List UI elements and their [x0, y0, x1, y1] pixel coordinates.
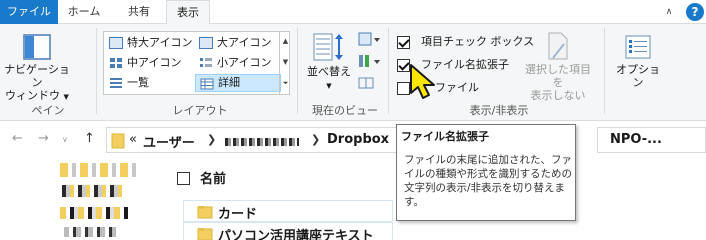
redacted-nav-item — [64, 227, 116, 237]
item-checkboxes-label: 項目チェック ボックス — [421, 35, 535, 48]
layout-item-label: 小アイコン — [217, 56, 272, 69]
group-by-button[interactable] — [358, 32, 382, 52]
group-by-icon — [358, 32, 380, 46]
options-label: オプション — [616, 63, 660, 89]
gallery-scroll-down-icon[interactable]: ▼ — [280, 52, 291, 73]
layout-item-label: 大アイコン — [217, 36, 272, 49]
file-pane: 名前 カード パソコン活用講座テキスト — [0, 157, 706, 240]
sort-by-label: 並べ替え — [307, 65, 351, 78]
layout-item-details[interactable]: 詳細 — [195, 74, 281, 92]
hide-selected-items-button[interactable]: 選択した項目を 表示しない — [524, 32, 592, 102]
file-row[interactable]: カード — [183, 200, 393, 222]
group-label-pane: ペイン — [31, 104, 65, 117]
list-icon — [110, 78, 122, 88]
column-header-name[interactable]: 名前 — [200, 168, 226, 187]
group-label-layout: レイアウト — [172, 104, 228, 117]
tooltip-file-extensions: ファイル名拡張子 ファイルの末尾に追加された、ファイルの種類や形式を識別するため… — [396, 124, 576, 221]
redacted-nav-item — [62, 185, 122, 197]
redacted-username — [225, 138, 299, 146]
up-arrow-icon[interactable]: ↑ — [84, 131, 95, 146]
size-columns-icon — [358, 77, 374, 89]
group-divider — [388, 28, 389, 114]
layout-item-extra-large-icons[interactable]: 特大アイコン — [105, 34, 193, 52]
navigation-pane-icon — [23, 34, 51, 60]
sort-by-icon — [313, 33, 343, 61]
ribbon-view: ナビゲーション ウィンドウ ▼ ペイン 特大アイコン 大アイコン 中アイコン 小… — [0, 24, 706, 121]
layout-item-label: 特大アイコン — [127, 36, 193, 49]
layout-item-large-icons[interactable]: 大アイコン — [195, 34, 281, 52]
mouse-cursor-icon — [410, 64, 435, 99]
small-icons-icon — [200, 58, 212, 67]
tab-file[interactable]: ファイル — [0, 0, 58, 24]
layout-item-label: 中アイコン — [127, 56, 182, 69]
help-icon[interactable]: ? — [686, 3, 704, 21]
address-row: ← → ∨ ↑ « ユーザー ❯ ❯ Dropbox NPO-... — [0, 122, 706, 156]
layout-item-label: 一覧 — [127, 76, 149, 89]
gallery-more-icon[interactable]: ⏷ — [280, 73, 291, 94]
layout-item-medium-icons[interactable]: 中アイコン — [105, 54, 193, 72]
layout-item-list[interactable]: 一覧 — [105, 74, 193, 92]
item-checkboxes-checkbox[interactable] — [397, 36, 410, 49]
options-button[interactable]: オプション — [612, 34, 664, 89]
hide-selected-label-line1: 選択した項目を — [525, 63, 591, 89]
navigation-pane-label-line1: ナビゲーション — [4, 63, 70, 89]
select-all-checkbox[interactable] — [177, 172, 190, 185]
navigation-pane-button[interactable]: ナビゲーション ウィンドウ ▼ — [4, 34, 70, 104]
group-divider — [297, 28, 298, 114]
group-label-current-view: 現在のビュー — [312, 104, 378, 117]
tab-share[interactable]: 共有 — [112, 0, 166, 24]
sort-by-button[interactable]: 並べ替え ▼ — [304, 32, 354, 93]
folder-icon — [197, 206, 213, 219]
file-row[interactable]: パソコン活用講座テキスト — [183, 222, 393, 240]
medium-icons-icon — [110, 58, 122, 68]
size-all-columns-button[interactable] — [358, 76, 382, 96]
add-columns-icon — [359, 55, 380, 67]
hide-selected-items-icon — [548, 32, 568, 60]
redacted-nav-item — [60, 207, 128, 219]
ribbon-tab-bar: ファイル ホーム 共有 表示 ∧ ? — [0, 0, 706, 25]
tab-home[interactable]: ホーム — [59, 0, 109, 24]
breadcrumb-chevron-icon[interactable]: ❯ — [207, 133, 216, 146]
tab-view[interactable]: 表示 — [166, 0, 210, 25]
layout-item-small-icons[interactable]: 小アイコン — [195, 54, 281, 72]
breadcrumb-dropbox[interactable]: Dropbox — [327, 132, 389, 147]
options-icon — [625, 35, 651, 59]
forward-arrow-icon[interactable]: → — [38, 131, 49, 146]
layout-item-label: 詳細 — [218, 76, 240, 89]
breadcrumb-overflow[interactable]: « — [129, 132, 137, 147]
extra-large-icons-icon — [109, 37, 123, 49]
hide-selected-label-line2: 表示しない — [530, 89, 586, 102]
folder-icon — [197, 228, 213, 240]
group-label-show-hide: 表示/非表示 — [469, 104, 529, 117]
file-name: パソコン活用講座テキスト — [218, 229, 374, 240]
dropdown-arrow-icon: ▼ — [326, 82, 332, 90]
breadcrumb-users[interactable]: ユーザー — [143, 132, 195, 151]
back-arrow-icon[interactable]: ← — [12, 131, 23, 146]
folder-icon — [111, 133, 125, 149]
dropdown-arrow-icon: ▼ — [63, 93, 69, 101]
recent-locations-chevron-icon[interactable]: ∨ — [62, 135, 68, 144]
tooltip-title: ファイル名拡張子 — [401, 130, 489, 143]
collapse-ribbon-chevron-icon[interactable]: ∧ — [662, 5, 676, 19]
tooltip-body: ファイルの末尾に追加された、ファイルの種類や形式を識別するための文字列の表示/非… — [404, 154, 572, 208]
details-icon — [200, 78, 214, 90]
add-columns-button[interactable] — [358, 54, 382, 74]
gallery-scroll-up-icon[interactable]: ▲ — [280, 31, 291, 52]
group-divider — [604, 28, 605, 114]
gallery-scroll: ▲ ▼ ⏷ — [279, 31, 291, 95]
search-box-text: NPO-... — [610, 132, 662, 147]
file-name: カード — [218, 207, 258, 222]
navigation-pane-label-line2: ウィンドウ — [5, 89, 61, 102]
layout-gallery: 特大アイコン 大アイコン 中アイコン 小アイコン 一覧 詳細 — [103, 31, 290, 95]
group-divider — [96, 28, 97, 114]
redacted-nav-item — [60, 163, 136, 177]
large-icons-icon — [199, 37, 213, 49]
breadcrumb-chevron-icon[interactable]: ❯ — [311, 133, 320, 146]
search-box[interactable]: NPO-... — [597, 127, 706, 153]
